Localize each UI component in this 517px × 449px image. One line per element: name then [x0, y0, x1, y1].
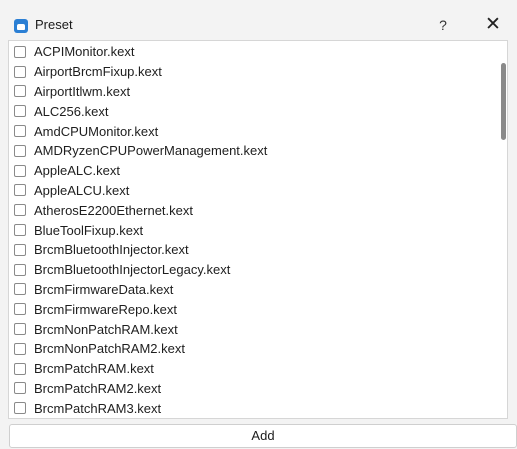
add-button[interactable]: Add	[9, 424, 517, 448]
list-item[interactable]: AppleALCU.kext	[9, 181, 499, 201]
list-item-label: AtherosE2200Ethernet.kext	[34, 202, 193, 218]
scrollbar-thumb[interactable]	[501, 63, 506, 140]
close-button[interactable]: ✕	[480, 13, 506, 37]
list-item[interactable]: AirportBrcmFixup.kext	[9, 62, 499, 82]
app-icon	[14, 19, 28, 33]
list-item-label: BrcmPatchRAM2.kext	[34, 380, 162, 396]
list-item[interactable]: BrcmPatchRAM.kext	[9, 359, 499, 379]
help-button[interactable]: ?	[432, 14, 454, 36]
preset-dialog: Preset ? ✕ ACPIMonitor.kext AirportBrcmFi…	[0, 0, 517, 449]
list-item-label: AppleALCU.kext	[34, 182, 130, 198]
checkbox[interactable]	[14, 65, 26, 78]
list-item[interactable]: BrcmPatchRAM3.kext	[9, 398, 499, 418]
checkbox[interactable]	[14, 402, 26, 415]
checkbox[interactable]	[14, 105, 26, 118]
checkbox[interactable]	[14, 45, 26, 58]
list-item-label: AirportBrcmFixup.kext	[34, 64, 162, 80]
window-title: Preset	[35, 17, 73, 32]
list-item[interactable]: AppleALC.kext	[9, 161, 499, 181]
list-item-label: BrcmNonPatchRAM2.kext	[34, 341, 185, 357]
list-item-label: BrcmPatchRAM3.kext	[34, 400, 162, 416]
checkbox[interactable]	[14, 342, 26, 355]
checkbox[interactable]	[14, 362, 26, 375]
list-item-label: BlueToolFixup.kext	[34, 222, 144, 238]
list-item[interactable]: BrcmBluetoothInjector.kext	[9, 240, 499, 260]
list-item-label: ALC256.kext	[34, 103, 109, 119]
list-item[interactable]: AMDRyzenCPUPowerManagement.kext	[9, 141, 499, 161]
vertical-scrollbar[interactable]	[499, 41, 507, 418]
title-bar: Preset ? ✕	[0, 0, 517, 38]
checkbox[interactable]	[14, 224, 26, 237]
list-item[interactable]: BrcmNonPatchRAM2.kext	[9, 339, 499, 359]
list-item-label: BrcmNonPatchRAM.kext	[34, 321, 178, 337]
list-item-label: BrcmBluetoothInjector.kext	[34, 242, 189, 258]
list-item[interactable]: ALC256.kext	[9, 101, 499, 121]
checkbox[interactable]	[14, 184, 26, 197]
checkbox[interactable]	[14, 125, 26, 138]
list-item-label: AmdCPUMonitor.kext	[34, 123, 159, 139]
list-item-label: BrcmBluetoothInjectorLegacy.kext	[34, 262, 231, 278]
checkbox[interactable]	[14, 382, 26, 395]
checkbox[interactable]	[14, 204, 26, 217]
list-item-label: AirportItlwm.kext	[34, 83, 131, 99]
list-item[interactable]: AmdCPUMonitor.kext	[9, 121, 499, 141]
list-item-label: ACPIMonitor.kext	[34, 44, 135, 60]
list-item-label: BrcmFirmwareData.kext	[34, 281, 174, 297]
checkbox[interactable]	[14, 263, 26, 276]
checkbox[interactable]	[14, 164, 26, 177]
list-item[interactable]: BrcmNonPatchRAM.kext	[9, 319, 499, 339]
list-item[interactable]: BrcmFirmwareData.kext	[9, 280, 499, 300]
list-item[interactable]: BrcmBluetoothInjectorLegacy.kext	[9, 260, 499, 280]
checkbox[interactable]	[14, 323, 26, 336]
list-item[interactable]: ACPIMonitor.kext	[9, 42, 499, 62]
list-item[interactable]: BrcmFirmwareRepo.kext	[9, 299, 499, 319]
kext-list: ACPIMonitor.kext AirportBrcmFixup.kext Air…	[9, 42, 499, 418]
list-item-label: BrcmPatchRAM.kext	[34, 361, 154, 377]
checkbox[interactable]	[14, 144, 26, 157]
checkbox[interactable]	[14, 243, 26, 256]
list-item[interactable]: AtherosE2200Ethernet.kext	[9, 200, 499, 220]
list-item[interactable]: BlueToolFixup.kext	[9, 220, 499, 240]
list-item-label: AppleALC.kext	[34, 163, 120, 179]
checkbox[interactable]	[14, 85, 26, 98]
list-item-label: AMDRyzenCPUPowerManagement.kext	[34, 143, 268, 159]
list-item[interactable]: BrcmPatchRAM2.kext	[9, 379, 499, 399]
list-item-label: BrcmFirmwareRepo.kext	[34, 301, 178, 317]
checkbox[interactable]	[14, 303, 26, 316]
list-item[interactable]: AirportItlwm.kext	[9, 82, 499, 102]
kext-list-panel: ACPIMonitor.kext AirportBrcmFixup.kext Air…	[8, 40, 508, 419]
checkbox[interactable]	[14, 283, 26, 296]
